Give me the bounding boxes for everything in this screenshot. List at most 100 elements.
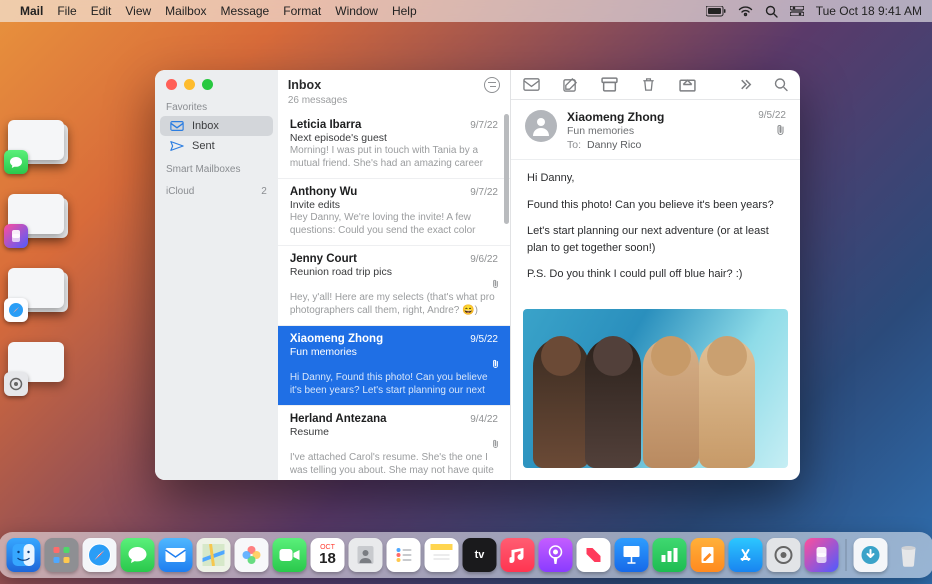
msg-sender: Herland Antezana [290, 413, 387, 425]
msg-sender: Xiaomeng Zhong [290, 333, 383, 345]
message-row[interactable]: Jenny Court9/6/22Reunion road trip picsH… [278, 246, 510, 326]
message-subject: Fun memories [567, 125, 748, 137]
zoom-button[interactable] [202, 79, 213, 90]
menu-help[interactable]: Help [392, 4, 417, 18]
dock-podcasts[interactable] [539, 538, 573, 572]
sidebar-item-inbox[interactable]: Inbox [160, 116, 273, 136]
message-list[interactable]: Leticia Ibarra9/7/22Next episode's guest… [278, 112, 510, 480]
close-button[interactable] [166, 79, 177, 90]
messages-icon [4, 150, 28, 174]
dock-photos[interactable] [235, 538, 269, 572]
body-paragraph: P.S. Do you think I could pull off blue … [527, 266, 784, 283]
dock-appstore[interactable] [729, 538, 763, 572]
reader-toolbar [511, 70, 800, 100]
dock-news[interactable] [577, 538, 611, 572]
menu-message[interactable]: Message [221, 4, 270, 18]
dock-notes[interactable] [425, 538, 459, 572]
battery-icon[interactable] [706, 6, 726, 17]
sidebar-heading-smart[interactable]: Smart Mailboxes [155, 156, 278, 178]
archive-icon[interactable] [601, 77, 618, 92]
msg-date: 9/5/22 [470, 334, 498, 345]
msg-subject: Next episode's guest [290, 132, 498, 144]
dock-maps[interactable] [197, 538, 231, 572]
dock-music[interactable] [501, 538, 535, 572]
wifi-icon[interactable] [738, 6, 753, 17]
msg-preview: Hi Danny, Found this photo! Can you beli… [290, 372, 498, 397]
body-paragraph: Let's start planning our next adventure … [527, 223, 784, 256]
body-paragraph: Hi Danny, [527, 170, 784, 187]
dock-mail[interactable] [159, 538, 193, 572]
message-list-pane: Inbox 26 messages Leticia Ibarra9/7/22Ne… [278, 70, 511, 480]
msg-date: 9/7/22 [470, 187, 498, 198]
message-to: Danny Rico [587, 139, 641, 151]
dock-safari[interactable] [83, 538, 117, 572]
menu-edit[interactable]: Edit [91, 4, 112, 18]
dock-shortcuts[interactable] [805, 538, 839, 572]
more-icon[interactable] [740, 77, 752, 92]
dock-launchpad[interactable] [45, 538, 79, 572]
msg-subject: Reunion road trip pics [290, 266, 498, 278]
attachment-icon [290, 359, 500, 371]
control-center-icon[interactable] [790, 6, 804, 16]
dock-calendar[interactable]: OCT18 [311, 538, 345, 572]
dock-trash[interactable] [892, 538, 926, 572]
msg-sender: Anthony Wu [290, 186, 358, 198]
minimize-button[interactable] [184, 79, 195, 90]
spotlight-icon[interactable] [765, 5, 778, 18]
stage-group-shortcuts[interactable] [8, 194, 74, 242]
message-reader: Xiaomeng Zhong Fun memories To:Danny Ric… [511, 70, 800, 480]
dock-numbers[interactable] [653, 538, 687, 572]
message-row[interactable]: Herland Antezana9/4/22ResumeI've attache… [278, 406, 510, 480]
shortcuts-icon [4, 224, 28, 248]
sidebar-heading-icloud[interactable]: iCloud 2 [155, 178, 278, 200]
dock-pages[interactable] [691, 538, 725, 572]
menu-app[interactable]: Mail [20, 4, 43, 18]
menu-window[interactable]: Window [335, 4, 378, 18]
message-row[interactable]: Leticia Ibarra9/7/22Next episode's guest… [278, 112, 510, 179]
menu-mailbox[interactable]: Mailbox [165, 4, 206, 18]
compose-icon[interactable] [562, 77, 579, 92]
message-header: Xiaomeng Zhong Fun memories To:Danny Ric… [511, 100, 800, 160]
menu-format[interactable]: Format [283, 4, 321, 18]
calendar-day: 18 [319, 551, 336, 566]
menu-datetime[interactable]: Tue Oct 18 9:41 AM [816, 4, 922, 18]
dock-finder[interactable] [7, 538, 41, 572]
sidebar-item-label: Sent [192, 140, 215, 152]
attachment-icon [290, 439, 500, 451]
junk-icon[interactable] [679, 77, 696, 92]
envelope-icon[interactable] [523, 77, 540, 92]
attachment-icon [290, 279, 500, 291]
msg-preview: I've attached Carol's resume. She's the … [290, 452, 498, 477]
inbox-icon [170, 120, 184, 132]
dock-facetime[interactable] [273, 538, 307, 572]
mail-sidebar: Favorites Inbox Sent Smart Mailboxes iCl… [155, 70, 278, 480]
dock-messages[interactable] [121, 538, 155, 572]
trash-icon[interactable] [640, 77, 657, 92]
filter-button[interactable] [484, 77, 500, 93]
menu-view[interactable]: View [125, 4, 151, 18]
stage-group-settings[interactable] [8, 342, 74, 390]
search-icon[interactable] [774, 77, 788, 92]
menu-file[interactable]: File [57, 4, 76, 18]
dock-keynote[interactable] [615, 538, 649, 572]
stage-group-messages[interactable] [8, 120, 74, 168]
message-row[interactable]: Anthony Wu9/7/22Invite editsHey Danny, W… [278, 179, 510, 246]
dock-reminders[interactable] [387, 538, 421, 572]
dock-tv[interactable]: tv [463, 538, 497, 572]
dock-settings[interactable] [767, 538, 801, 572]
menu-bar: Mail File Edit View Mailbox Message Form… [0, 0, 932, 22]
safari-icon [4, 298, 28, 322]
msg-preview: Morning! I was put in touch with Tania b… [290, 145, 498, 170]
scrollbar[interactable] [504, 114, 509, 224]
stage-group-safari[interactable] [8, 268, 74, 316]
sidebar-item-sent[interactable]: Sent [160, 136, 273, 156]
attached-photo[interactable] [523, 309, 788, 468]
msg-sender: Jenny Court [290, 253, 357, 265]
dock-separator [846, 539, 847, 571]
msg-date: 9/4/22 [470, 414, 498, 425]
message-row[interactable]: Xiaomeng Zhong9/5/22Fun memoriesHi Danny… [278, 326, 510, 406]
sidebar-label: iCloud [166, 186, 194, 197]
dock-contacts[interactable] [349, 538, 383, 572]
dock-downloads[interactable] [854, 538, 888, 572]
dock: OCT18 tv [0, 532, 932, 578]
